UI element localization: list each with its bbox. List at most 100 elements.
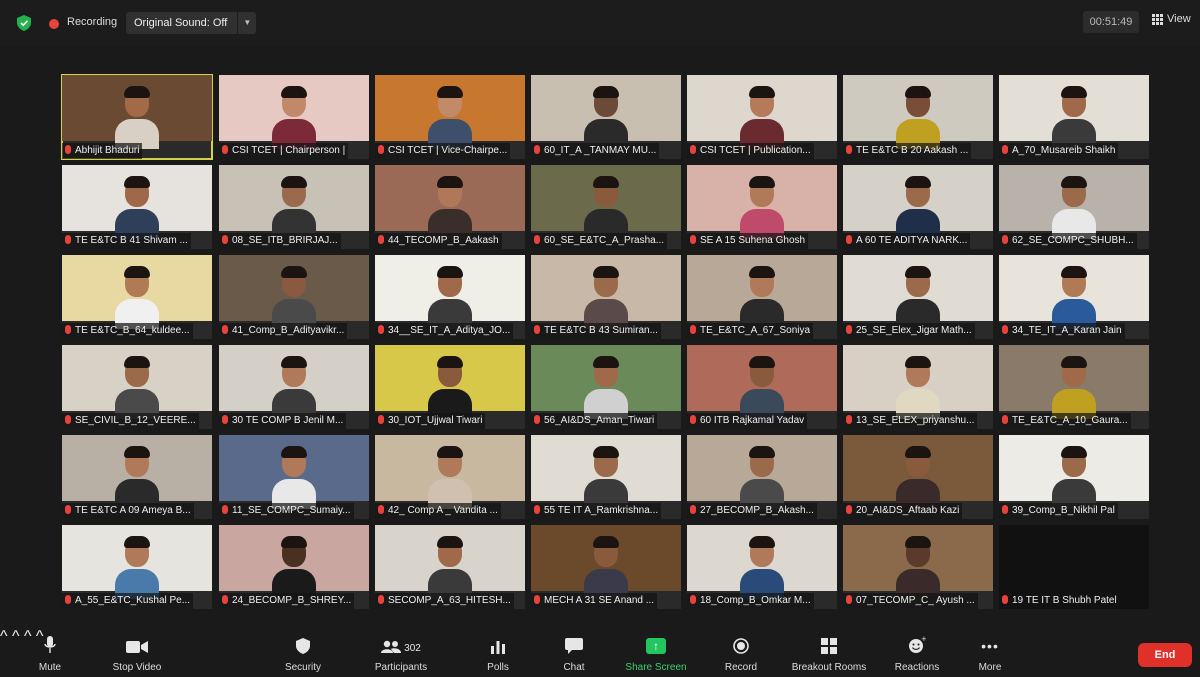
participant-tile[interactable]: Abhijit Bhaduri: [61, 74, 213, 160]
participant-name: MECH A 31 SE Anand ...: [531, 593, 658, 609]
participant-tile[interactable]: 07_TECOMP_C_ Ayush ...: [843, 525, 993, 609]
participant-tile[interactable]: TE E&TC_B_64_kuldee...: [62, 255, 212, 339]
participant-tile[interactable]: SECOMP_A_63_HITESH...: [375, 525, 525, 609]
participant-tile[interactable]: CSI TCET | Chairperson |: [219, 75, 369, 159]
participant-video: [428, 83, 472, 149]
participant-tile[interactable]: A 60 TE ADITYA NARK...: [843, 165, 993, 249]
participant-tile[interactable]: 42_ Comp A _ Vandita ...: [375, 435, 525, 519]
participant-tile[interactable]: TE_E&TC_A_10_Gaura...: [999, 345, 1149, 429]
participant-video: [272, 83, 316, 149]
participant-tile[interactable]: 55 TE IT A_Ramkrishna...: [531, 435, 681, 519]
participant-tile[interactable]: 27_BECOMP_B_Akash...: [687, 435, 837, 519]
participant-tile[interactable]: TE E&TC A 09 Ameya B...: [62, 435, 212, 519]
participant-tile[interactable]: 18_Comp_B_Omkar M...: [687, 525, 837, 609]
participant-tile[interactable]: 13_SE_ELEX_priyanshu...: [843, 345, 993, 429]
shield-icon[interactable]: [17, 15, 31, 31]
participant-tile[interactable]: 25_SE_Elex_Jigar Math...: [843, 255, 993, 339]
chevron-down-icon[interactable]: ▼: [237, 12, 256, 34]
mute-button[interactable]: Mute: [30, 628, 70, 677]
participants-icon: [381, 640, 402, 653]
participant-tile[interactable]: TE E&TC B 20 Aakash ...: [843, 75, 993, 159]
participant-video: [584, 533, 628, 599]
participant-video: [584, 263, 628, 329]
participant-tile[interactable]: 11_SE_COMPC_Sumaiy...: [219, 435, 369, 519]
share-screen-button[interactable]: ↑ Share Screen: [620, 628, 692, 677]
muted-mic-icon: [534, 415, 540, 424]
participant-tile[interactable]: A_70_Musareib Shaikh: [999, 75, 1149, 159]
participant-tile[interactable]: 34__SE_IT_A_Aditya_JO...: [375, 255, 525, 339]
stop-video-button[interactable]: Stop Video: [102, 628, 172, 677]
participant-tile[interactable]: 30 TE COMP B Jenil M...: [219, 345, 369, 429]
participant-video: [896, 353, 940, 419]
participant-tile[interactable]: 24_BECOMP_B_SHREY...: [219, 525, 369, 609]
participant-video: [896, 263, 940, 329]
participant-tile[interactable]: MECH A 31 SE Anand ...: [531, 525, 681, 609]
participant-tile[interactable]: TE E&TC B 43 Sumiran...: [531, 255, 681, 339]
breakout-rooms-button[interactable]: Breakout Rooms: [786, 628, 872, 677]
mute-options-chevron-icon[interactable]: ^: [0, 628, 8, 645]
muted-mic-icon: [222, 235, 228, 244]
participant-tile[interactable]: 60_IT_A _TANMAY MU...: [531, 75, 681, 159]
reactions-button[interactable]: + Reactions: [890, 628, 944, 677]
participant-tile[interactable]: SE_CIVIL_B_12_VEERE...: [62, 345, 212, 429]
participant-video: [740, 173, 784, 239]
participant-tile[interactable]: 60_SE_E&TC_A_Prasha...: [531, 165, 681, 249]
muted-mic-icon: [222, 595, 228, 604]
muted-mic-icon: [222, 505, 228, 514]
muted-mic-icon: [690, 415, 696, 424]
participant-name: TE_E&TC_A_67_Soniya: [687, 323, 814, 339]
share-screen-icon-wrap: ↑: [620, 628, 692, 654]
participant-tile[interactable]: 41_Comp_B_Adityavikr...: [219, 255, 369, 339]
end-meeting-button[interactable]: End: [1138, 643, 1192, 667]
participant-tile[interactable]: SE A 15 Suhena Ghosh: [687, 165, 837, 249]
participant-name-text: SECOMP_A_63_HITESH...: [388, 595, 511, 606]
participant-tile[interactable]: 34_TE_IT_A_Karan Jain: [999, 255, 1149, 339]
participant-tile[interactable]: 19 TE IT B Shubh Patel: [999, 525, 1149, 609]
record-button[interactable]: Record: [718, 628, 764, 677]
participant-tile[interactable]: TE E&TC B 41 Shivam ...: [62, 165, 212, 249]
video-options-chevron-icon[interactable]: ^: [12, 628, 20, 645]
view-button[interactable]: View: [1152, 13, 1191, 25]
participant-tile[interactable]: 08_SE_ITB_BRIRJAJ...: [219, 165, 369, 249]
mute-label: Mute: [38, 662, 62, 673]
participant-tile[interactable]: CSI TCET | Vice-Chairpe...: [375, 75, 525, 159]
svg-text:+: +: [921, 636, 926, 643]
participant-name: 56_AI&DS_Aman_Tiwari: [531, 413, 658, 429]
participant-name: 07_TECOMP_C_ Ayush ...: [843, 593, 978, 609]
participant-tile[interactable]: 62_SE_COMPC_SHUBH...: [999, 165, 1149, 249]
participant-video: [428, 533, 472, 599]
top-bar: Recording Original Sound: Off ▼ 00:51:49…: [0, 0, 1200, 46]
security-button[interactable]: Security: [278, 628, 328, 677]
participant-tile[interactable]: 44_TECOMP_B_Aakash: [375, 165, 525, 249]
original-sound-button[interactable]: Original Sound: Off ▼: [126, 12, 257, 34]
participant-tile[interactable]: A_55_E&TC_Kushal Pe...: [62, 525, 212, 609]
participant-tile[interactable]: 20_AI&DS_Aftaab Kazi: [843, 435, 993, 519]
polls-button[interactable]: Polls: [478, 628, 518, 677]
participant-tile[interactable]: CSI TCET | Publication...: [687, 75, 837, 159]
participant-video: [896, 83, 940, 149]
more-icon: •••: [981, 638, 999, 654]
share-screen-icon: ↑: [646, 638, 666, 654]
participant-name: 18_Comp_B_Omkar M...: [687, 593, 814, 609]
participant-video: [115, 263, 159, 329]
security-label: Security: [284, 662, 322, 673]
participant-video: [1052, 353, 1096, 419]
participant-name-text: TE E&TC B 43 Sumiran...: [544, 325, 658, 336]
chat-button[interactable]: Chat: [554, 628, 594, 677]
participant-tile[interactable]: TE_E&TC_A_67_Soniya: [687, 255, 837, 339]
participant-video: [584, 83, 628, 149]
more-button[interactable]: ••• More: [970, 628, 1010, 677]
muted-mic-icon: [846, 145, 852, 154]
muted-mic-icon: [222, 325, 228, 334]
participant-tile[interactable]: 30_IOT_Ujjwal Tiwari: [375, 345, 525, 429]
participants-count: 302: [404, 643, 421, 654]
participants-button[interactable]: 302 Participants: [366, 628, 436, 677]
participant-tile[interactable]: 60 ITB Rajkamal Yadav: [687, 345, 837, 429]
muted-mic-icon: [690, 235, 696, 244]
participant-name: 62_SE_COMPC_SHUBH...: [999, 233, 1137, 249]
original-sound-label: Original Sound: Off: [134, 17, 228, 29]
participant-tile[interactable]: 39_Comp_B_Nikhil Pal: [999, 435, 1149, 519]
muted-mic-icon: [690, 145, 696, 154]
recording-label: Recording: [67, 16, 118, 28]
participant-tile[interactable]: 56_AI&DS_Aman_Tiwari: [531, 345, 681, 429]
